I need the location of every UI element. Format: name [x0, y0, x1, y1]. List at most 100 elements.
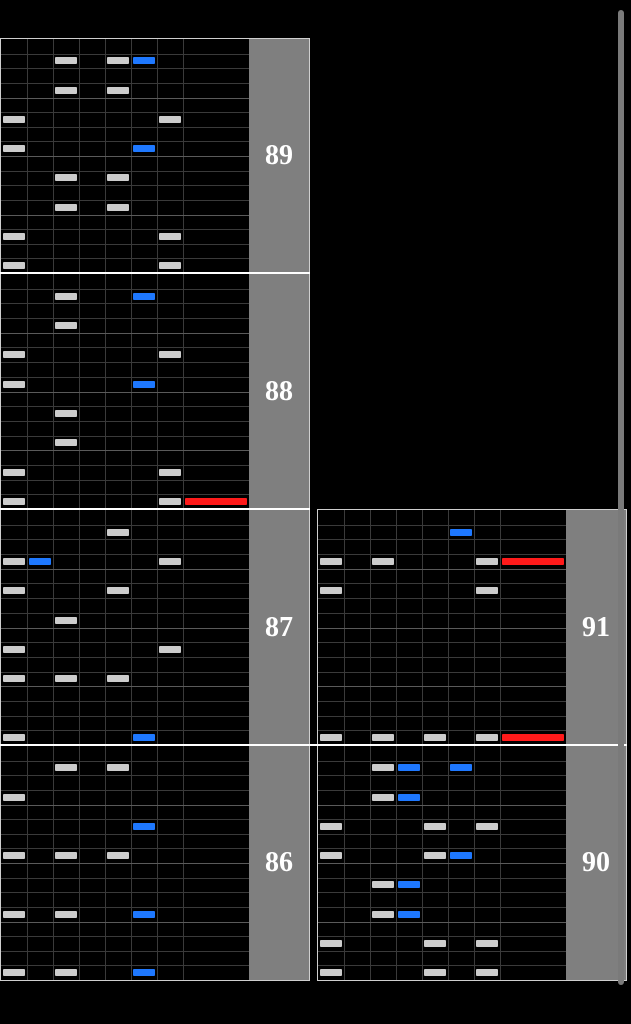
- blue-note[interactable]: [450, 529, 472, 536]
- white-note[interactable]: [3, 498, 25, 505]
- white-note[interactable]: [55, 439, 77, 446]
- white-note[interactable]: [424, 969, 446, 976]
- white-note[interactable]: [55, 852, 77, 859]
- red-note[interactable]: [502, 558, 564, 565]
- blue-note[interactable]: [133, 145, 155, 152]
- white-note[interactable]: [372, 764, 394, 771]
- white-note[interactable]: [3, 675, 25, 682]
- white-note[interactable]: [55, 204, 77, 211]
- blue-note[interactable]: [29, 558, 51, 565]
- white-note[interactable]: [3, 116, 25, 123]
- note-grid[interactable]: [1, 274, 249, 509]
- white-note[interactable]: [3, 469, 25, 476]
- white-note[interactable]: [159, 558, 181, 565]
- blue-note[interactable]: [133, 911, 155, 918]
- note-grid[interactable]: [318, 746, 566, 980]
- measure-88[interactable]: 88: [0, 273, 310, 510]
- blue-note[interactable]: [450, 764, 472, 771]
- white-note[interactable]: [3, 911, 25, 918]
- white-note[interactable]: [107, 87, 129, 94]
- white-note[interactable]: [476, 940, 498, 947]
- white-note[interactable]: [372, 734, 394, 741]
- white-note[interactable]: [107, 675, 129, 682]
- blue-note[interactable]: [133, 823, 155, 830]
- white-note[interactable]: [476, 734, 498, 741]
- white-note[interactable]: [107, 174, 129, 181]
- white-note[interactable]: [55, 969, 77, 976]
- white-note[interactable]: [55, 174, 77, 181]
- white-note[interactable]: [424, 852, 446, 859]
- measure-89[interactable]: 89: [0, 38, 310, 274]
- blue-note[interactable]: [398, 881, 420, 888]
- white-note[interactable]: [55, 322, 77, 329]
- white-note[interactable]: [55, 675, 77, 682]
- white-note[interactable]: [3, 734, 25, 741]
- white-note[interactable]: [107, 529, 129, 536]
- white-note[interactable]: [107, 204, 129, 211]
- note-grid[interactable]: [1, 510, 249, 745]
- white-note[interactable]: [107, 587, 129, 594]
- white-note[interactable]: [424, 823, 446, 830]
- white-note[interactable]: [159, 351, 181, 358]
- white-note[interactable]: [55, 617, 77, 624]
- white-note[interactable]: [3, 852, 25, 859]
- measure-91[interactable]: 91: [317, 509, 627, 746]
- measure-86[interactable]: 86: [0, 745, 310, 981]
- white-note[interactable]: [159, 262, 181, 269]
- white-note[interactable]: [476, 558, 498, 565]
- red-note[interactable]: [502, 734, 564, 741]
- white-note[interactable]: [55, 764, 77, 771]
- white-note[interactable]: [424, 940, 446, 947]
- white-note[interactable]: [3, 233, 25, 240]
- note-grid[interactable]: [318, 510, 566, 745]
- white-note[interactable]: [107, 764, 129, 771]
- white-note[interactable]: [3, 969, 25, 976]
- measure-90[interactable]: 90: [317, 745, 627, 981]
- white-note[interactable]: [372, 558, 394, 565]
- white-note[interactable]: [3, 646, 25, 653]
- white-note[interactable]: [320, 587, 342, 594]
- white-note[interactable]: [107, 57, 129, 64]
- scrollbar[interactable]: [618, 10, 624, 985]
- blue-note[interactable]: [398, 794, 420, 801]
- blue-note[interactable]: [450, 852, 472, 859]
- white-note[interactable]: [372, 794, 394, 801]
- white-note[interactable]: [372, 911, 394, 918]
- blue-note[interactable]: [133, 293, 155, 300]
- white-note[interactable]: [424, 734, 446, 741]
- white-note[interactable]: [55, 911, 77, 918]
- white-note[interactable]: [320, 734, 342, 741]
- blue-note[interactable]: [398, 764, 420, 771]
- white-note[interactable]: [476, 587, 498, 594]
- white-note[interactable]: [55, 293, 77, 300]
- note-grid[interactable]: [1, 746, 249, 980]
- white-note[interactable]: [476, 969, 498, 976]
- white-note[interactable]: [372, 881, 394, 888]
- white-note[interactable]: [3, 381, 25, 388]
- white-note[interactable]: [320, 852, 342, 859]
- white-note[interactable]: [55, 87, 77, 94]
- white-note[interactable]: [55, 57, 77, 64]
- white-note[interactable]: [159, 233, 181, 240]
- white-note[interactable]: [3, 351, 25, 358]
- blue-note[interactable]: [133, 381, 155, 388]
- white-note[interactable]: [159, 116, 181, 123]
- white-note[interactable]: [55, 410, 77, 417]
- white-note[interactable]: [476, 823, 498, 830]
- white-note[interactable]: [320, 823, 342, 830]
- blue-note[interactable]: [398, 911, 420, 918]
- white-note[interactable]: [159, 469, 181, 476]
- white-note[interactable]: [3, 558, 25, 565]
- note-grid[interactable]: [1, 39, 249, 273]
- white-note[interactable]: [159, 498, 181, 505]
- white-note[interactable]: [107, 852, 129, 859]
- white-note[interactable]: [320, 940, 342, 947]
- red-note[interactable]: [185, 498, 247, 505]
- white-note[interactable]: [3, 587, 25, 594]
- blue-note[interactable]: [133, 969, 155, 976]
- blue-note[interactable]: [133, 57, 155, 64]
- white-note[interactable]: [320, 969, 342, 976]
- white-note[interactable]: [3, 145, 25, 152]
- white-note[interactable]: [3, 262, 25, 269]
- white-note[interactable]: [159, 646, 181, 653]
